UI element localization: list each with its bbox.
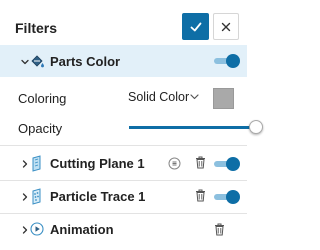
settings-icon[interactable] xyxy=(168,157,181,170)
trash-icon[interactable] xyxy=(195,189,206,202)
check-icon xyxy=(190,22,201,31)
section-divider xyxy=(0,145,247,146)
close-icon xyxy=(221,22,231,31)
trash-icon[interactable] xyxy=(214,223,225,236)
toggle-knob xyxy=(226,157,240,171)
toggle-knob xyxy=(226,54,240,68)
toggle-knob xyxy=(226,190,240,204)
chevron-down-icon[interactable] xyxy=(190,94,199,100)
filter-label: Cutting Plane 1 xyxy=(50,156,145,171)
row-divider xyxy=(0,180,247,181)
confirm-button[interactable] xyxy=(182,13,209,40)
cutting-plane-icon xyxy=(32,155,41,172)
opacity-label: Opacity xyxy=(18,121,63,136)
close-button[interactable] xyxy=(213,13,239,40)
parts-color-toggle[interactable] xyxy=(214,54,244,68)
filters-panel: Filters Parts Color Coloring Solid Color… xyxy=(0,0,263,250)
filter-label: Animation xyxy=(50,222,114,237)
cutting-plane-toggle[interactable] xyxy=(214,157,244,171)
particle-trace-icon xyxy=(32,188,41,205)
chevron-right-icon[interactable] xyxy=(21,193,29,201)
parts-color-label: Parts Color xyxy=(50,54,121,69)
row-divider xyxy=(0,213,247,214)
chevron-down-icon[interactable] xyxy=(21,58,29,66)
color-swatch[interactable] xyxy=(213,88,234,109)
coloring-label: Coloring xyxy=(18,91,67,106)
play-icon xyxy=(30,222,44,236)
opacity-slider-thumb[interactable] xyxy=(249,120,263,134)
panel-header: Filters xyxy=(0,0,254,48)
chevron-right-icon[interactable] xyxy=(21,160,29,168)
chevron-right-icon[interactable] xyxy=(21,226,29,234)
trash-icon[interactable] xyxy=(195,156,206,169)
filter-label: Particle Trace 1 xyxy=(50,189,146,204)
coloring-dropdown[interactable]: Solid Color xyxy=(128,89,189,105)
opacity-slider-track[interactable] xyxy=(129,126,255,129)
particle-trace-toggle[interactable] xyxy=(214,190,244,204)
panel-title: Filters xyxy=(15,20,58,36)
paint-bucket-icon xyxy=(31,55,44,68)
